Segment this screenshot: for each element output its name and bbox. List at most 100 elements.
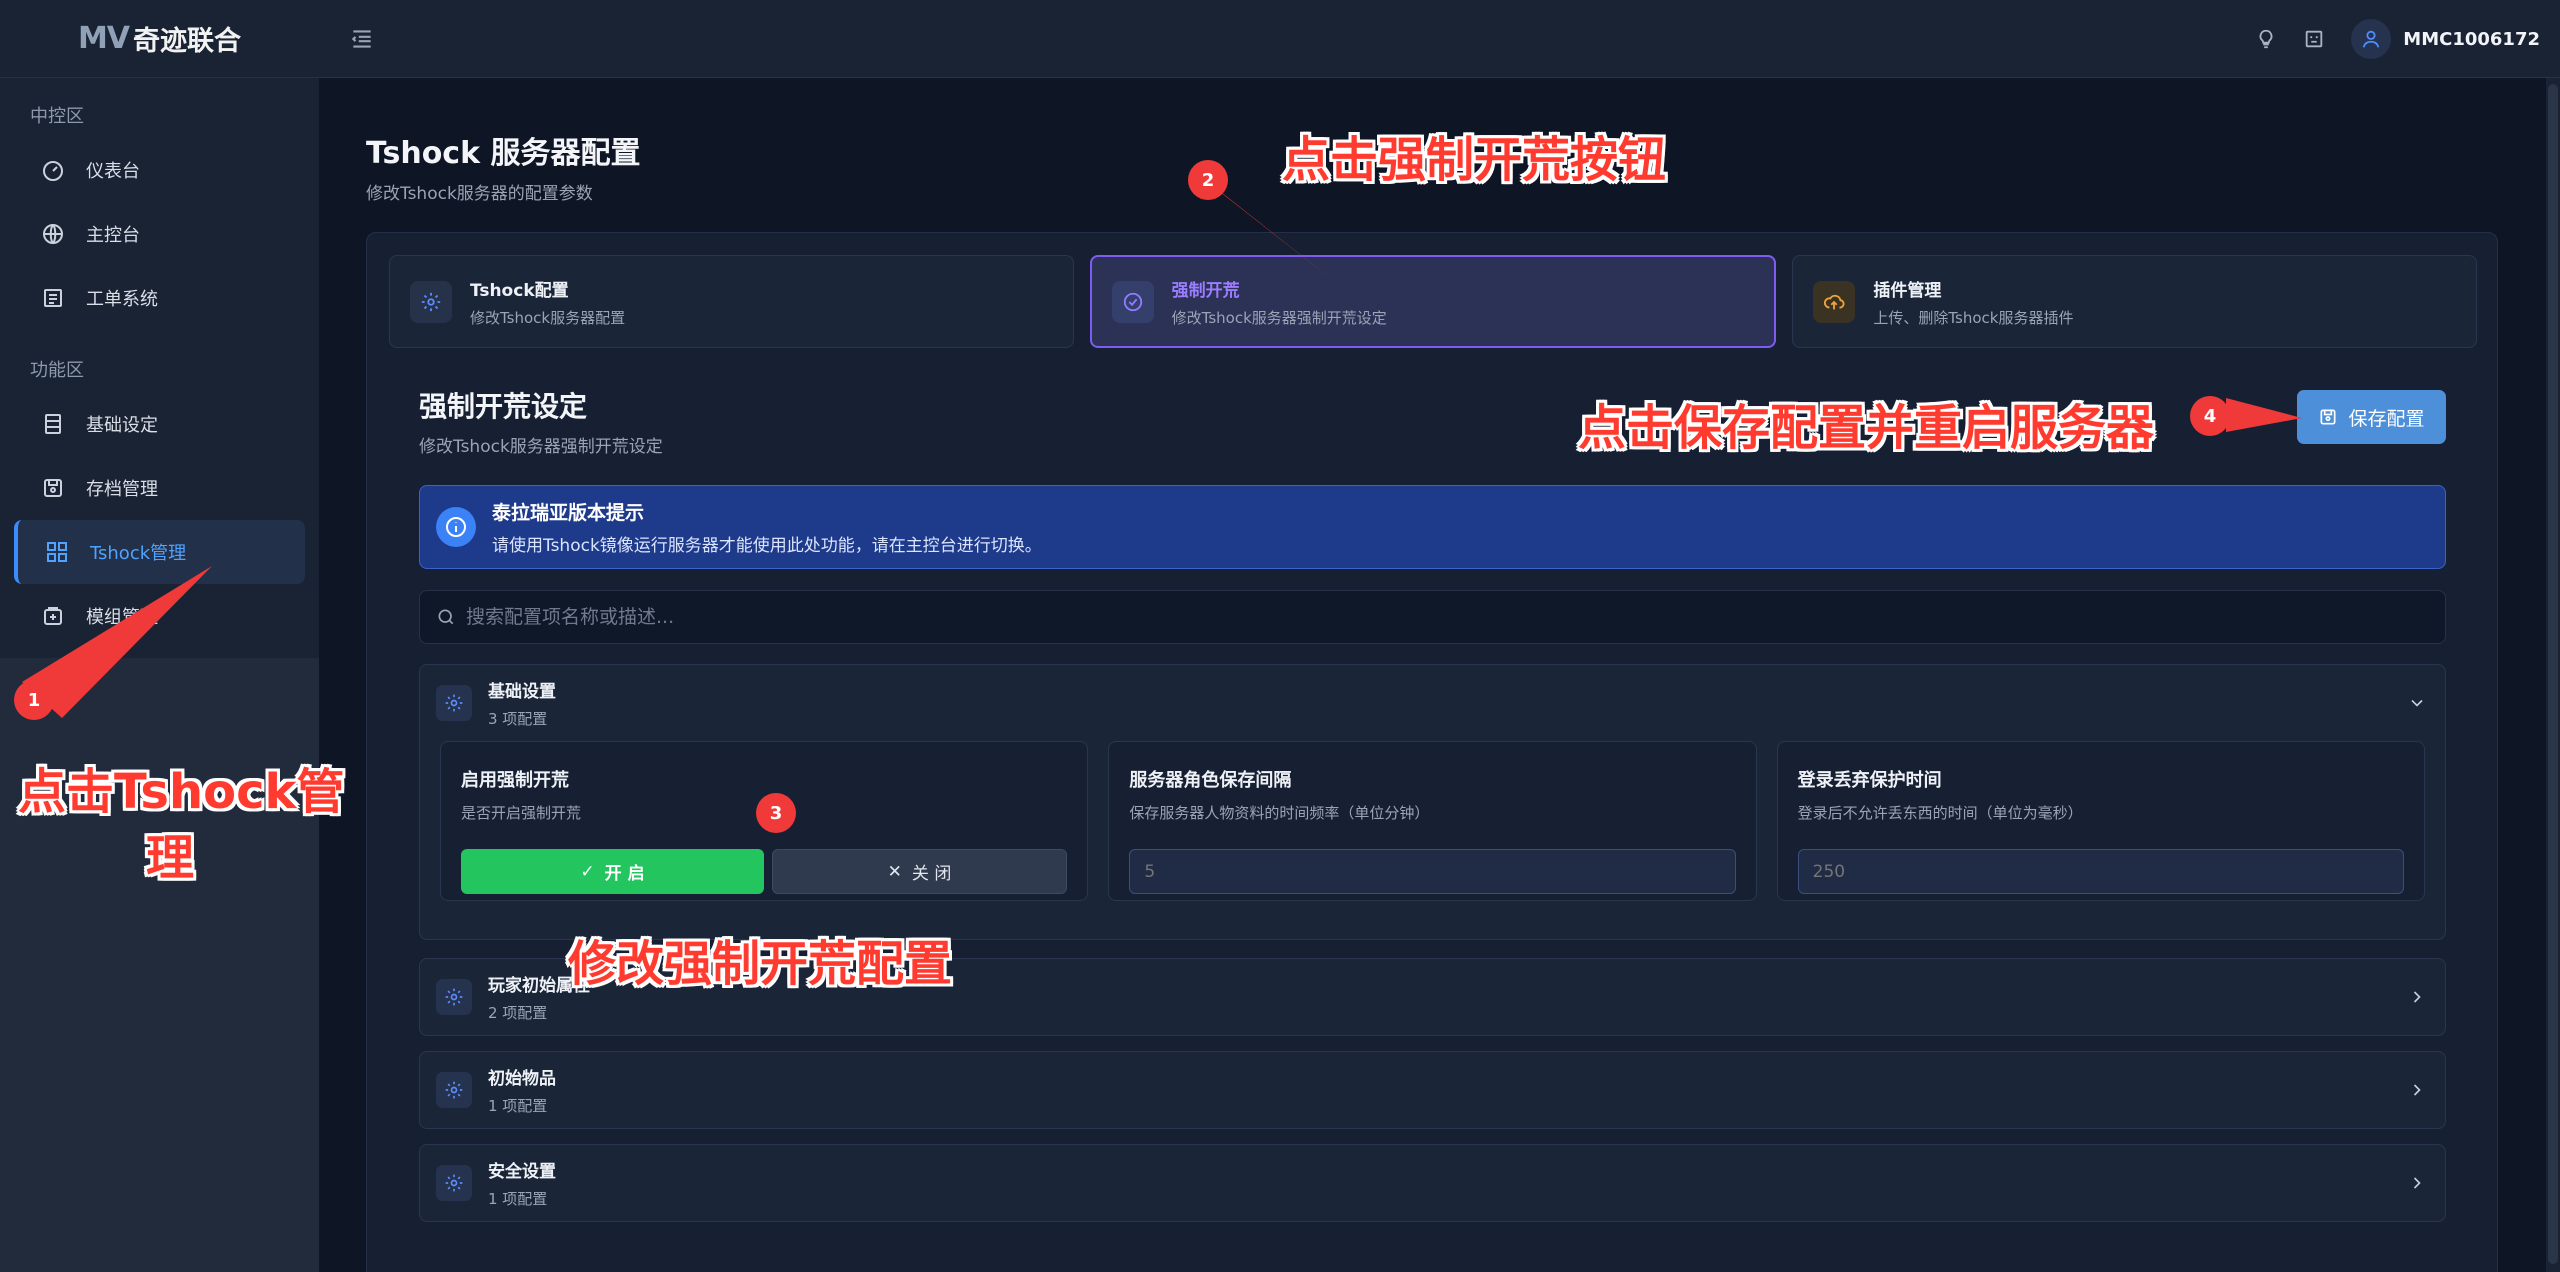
gauge-icon [40,157,66,183]
group-count: 1 项配置 [488,1190,548,1208]
section-subtitle: 修改Tshock服务器强制开荒设定 [419,437,663,457]
server-icon [40,411,66,437]
logo[interactable]: MV 奇迹联合 [0,0,319,78]
setting-title: 登录丢弃保护时间 [1797,770,1942,791]
group-header[interactable]: 初始物品 1 项配置 [420,1052,2445,1128]
topbar: MMC1006172 [319,0,2560,78]
sidebar-item-label: 基础设定 [86,415,158,436]
save-icon [2320,409,2336,425]
topbar-actions: MMC1006172 [2255,0,2540,78]
group-security-settings[interactable]: 安全设置 1 项配置 [419,1144,2446,1222]
username[interactable]: MMC1006172 [2403,29,2540,50]
chevron-right-icon[interactable] [2407,1080,2427,1100]
group-initial-items[interactable]: 初始物品 1 项配置 [419,1051,2446,1129]
logo-mark: MV [77,21,130,56]
sidebar-item-label: 模组管理 [86,607,158,628]
annotation-text-2: 点击强制开荒按钮 [1282,132,1667,188]
save-config-label: 保存配置 [2348,407,2425,430]
annotation-badge-2: 2 [1188,160,1228,200]
annotation-text-3: 修改强制开荒配置 [568,936,953,992]
page-title: Tshock 服务器配置 [366,136,641,171]
sidebar-item-basic-settings[interactable]: 基础设定 [14,392,305,456]
setting-save-interval: 服务器角色保存间隔 保存服务器人物资料的时间频率（单位分钟） [1108,741,1757,901]
sidebar-item-tshock[interactable]: Tshock管理 [14,520,305,584]
search-icon [438,609,454,625]
sidebar-item-mods[interactable]: 模组管理 [14,584,305,648]
info-icon [436,507,476,547]
gear-icon [436,1072,472,1108]
sidebar-item-label: 主控台 [86,225,140,246]
chevron-down-icon[interactable] [2407,693,2427,713]
lightbulb-icon[interactable] [2255,28,2277,50]
group-header[interactable]: 安全设置 1 项配置 [420,1145,2445,1221]
chevron-right-icon[interactable] [2407,987,2427,1007]
annotation-text-1a: 点击Tshock管 [18,764,345,820]
scrollbar-thumb[interactable] [2548,84,2558,1264]
tab-plugin-management[interactable]: 插件管理 上传、删除Tshock服务器插件 [1792,255,2478,348]
logo-text: 奇迹联合 [133,26,242,57]
setting-title: 启用强制开荒 [461,770,569,791]
sidebar-item-dashboard[interactable]: 仪表台 [14,138,305,202]
save-icon [40,475,66,501]
nav-section-control: 中控区 [30,106,84,127]
avatar[interactable] [2351,19,2392,59]
config-tabs: Tshock配置 修改Tshock服务器配置 强制开荒 修改Tshock服务器强… [389,255,2478,348]
nav-section-feature: 功能区 [30,360,84,381]
tab-title: 强制开荒 [1171,280,1240,301]
gear-icon [436,979,472,1015]
toggle-group: ✓ 开 启 ✕ 关 闭 [461,849,1067,894]
annotation-badge-4: 4 [2190,396,2230,436]
grid-icon [44,539,70,565]
sidebar-item-label: Tshock管理 [90,543,187,564]
group-header[interactable]: 基础设置 3 项配置 [420,665,2445,741]
fullscreen-icon[interactable] [2303,28,2325,50]
tab-desc: 上传、删除Tshock服务器插件 [1873,308,2074,327]
globe-icon [40,221,66,247]
gear-icon [436,1165,472,1201]
setting-title: 服务器角色保存间隔 [1129,770,1292,791]
gear-icon [410,280,452,323]
menu-collapse-icon[interactable] [349,26,375,52]
group-title: 初始物品 [488,1069,556,1089]
drop-protection-input[interactable] [1797,849,2404,894]
check-circle-icon [1111,280,1154,323]
group-basic-settings: 基础设置 3 项配置 启用强制开荒 是否开启强制开荒 ✓ 开 启 ✕ 关 闭 服务器… [419,664,2446,940]
tab-desc: 修改Tshock服务器强制开荒设定 [1171,308,1387,327]
save-interval-input[interactable] [1129,849,1736,894]
gear-icon [436,685,472,721]
setting-drop-protection: 登录丢弃保护时间 登录后不允许丢东西的时间（单位为毫秒） [1776,741,2425,901]
sidebar-item-console[interactable]: 主控台 [14,202,305,266]
group-title: 安全设置 [488,1162,556,1182]
sidebar-item-tickets[interactable]: 工单系统 [14,266,305,330]
annotation-badge-1: 1 [14,680,54,720]
tab-force-progression[interactable]: 强制开荒 修改Tshock服务器强制开荒设定 [1089,255,1777,348]
chevron-right-icon[interactable] [2407,1173,2427,1193]
tab-desc: 修改Tshock服务器配置 [470,308,626,327]
sidebar-footer-area [0,658,319,1272]
list-icon [40,285,66,311]
setting-desc: 登录后不允许丢东西的时间（单位为毫秒） [1797,804,2083,822]
group-count: 3 项配置 [488,710,548,728]
group-title: 基础设置 [488,682,556,702]
sidebar-item-label: 存档管理 [86,479,158,500]
setting-desc: 保存服务器人物资料的时间频率（单位分钟） [1129,804,1430,822]
cloud-upload-icon [1813,280,1856,323]
tab-title: 插件管理 [1873,280,1942,301]
settings-row: 启用强制开荒 是否开启强制开荒 ✓ 开 启 ✕ 关 闭 服务器角色保存间隔 保存服务… [420,741,2445,921]
page-subtitle: 修改Tshock服务器的配置参数 [366,184,593,204]
save-config-button[interactable]: 保存配置 [2297,390,2446,444]
enable-button[interactable]: ✓ 开 启 [461,849,764,894]
tab-tshock-config[interactable]: Tshock配置 修改Tshock服务器配置 [389,255,1074,348]
annotation-text-4: 点击保存配置并重启服务器 [1578,400,2155,456]
close-icon: ✕ [887,861,902,882]
search-input[interactable] [466,606,2429,628]
group-count: 1 项配置 [488,1097,548,1115]
tab-title: Tshock配置 [470,280,569,301]
alert-title: 泰拉瑞亚版本提示 [492,502,645,524]
disable-button[interactable]: ✕ 关 闭 [772,849,1067,894]
sidebar-item-archive[interactable]: 存档管理 [14,456,305,520]
version-alert: 泰拉瑞亚版本提示 请使用Tshock镜像运行服务器才能使用此处功能，请在主控台进… [419,485,2446,569]
sidebar-item-label: 仪表台 [86,161,140,182]
sidebar-item-label: 工单系统 [86,289,158,310]
group-count: 2 项配置 [488,1004,548,1022]
